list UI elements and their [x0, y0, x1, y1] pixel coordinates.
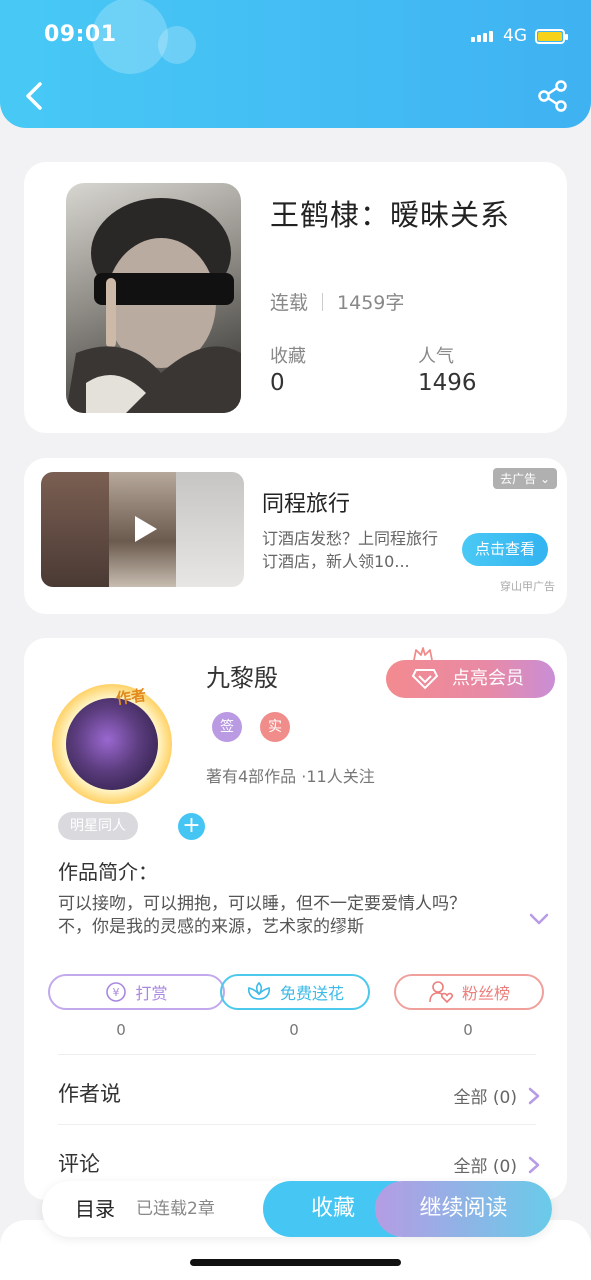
author-card: 作者 九黎殷 点亮会员 签 实 著有4部作品 ·11人关注 明星同人 + 作品简… [24, 638, 567, 1200]
book-status-row: 连载 1459字 [270, 288, 404, 315]
remove-ad-button[interactable]: 去广告 ⌄ [493, 468, 557, 489]
popularity-label: 人气 [418, 346, 454, 367]
chapter-count: 已连载2章 [136, 1199, 215, 1219]
play-icon[interactable] [127, 512, 161, 546]
verified-badge: 实 [260, 712, 290, 742]
chevron-down-icon: ⌄ [539, 472, 550, 486]
header: 09:01 4G [0, 0, 591, 128]
send-flower-button[interactable]: 免费送花 [220, 974, 370, 1010]
network-label: 4G [503, 26, 527, 46]
signal-icon [471, 30, 495, 42]
vip-button[interactable]: 点亮会员 [386, 647, 555, 698]
diamond-icon [412, 669, 438, 690]
battery-icon [535, 28, 568, 44]
ad-title: 同程旅行 [262, 492, 351, 517]
intro-label: 作品简介： [58, 860, 158, 884]
genre-tag[interactable]: 明星同人 [58, 812, 138, 840]
fan-count: 0 [463, 1021, 473, 1039]
crown-icon [413, 647, 433, 661]
author-says-all-link[interactable]: 全部 (0) [454, 1083, 543, 1108]
serial-status: 连载 [270, 292, 309, 314]
fan-ranking-button[interactable]: 粉丝榜 [394, 974, 544, 1010]
author-name[interactable]: 九黎殷 [206, 658, 278, 693]
ad-source: 穿山甲广告 [500, 580, 555, 593]
bottom-action-bar: 目录 已连载2章 收藏 继续阅读 [42, 1181, 552, 1237]
home-indicator[interactable] [190, 1259, 401, 1266]
divider [322, 292, 324, 311]
book-title: 王鹤棣：暧昧关系 [270, 198, 511, 232]
flower-icon [248, 981, 270, 1000]
decor-bubble-small [158, 26, 196, 64]
flower-count: 0 [289, 1021, 299, 1039]
yen-icon: ¥ [106, 982, 127, 1002]
chevron-right-icon [528, 1156, 540, 1173]
tip-button[interactable]: ¥ 打赏 [48, 974, 225, 1010]
user-heart-icon [429, 981, 453, 1004]
fan-ranking-label: 粉丝榜 [461, 984, 510, 1003]
divider [58, 1124, 536, 1125]
vip-label: 点亮会员 [452, 668, 524, 689]
ad-description: 订酒店发愁？上同程旅行订酒店，新人领10... [262, 529, 439, 571]
author-says-label[interactable]: 作者说 [58, 1078, 121, 1108]
add-tag-button[interactable]: + [178, 813, 205, 840]
ad-view-button[interactable]: 点击查看 [462, 533, 548, 566]
avatar[interactable] [66, 698, 158, 790]
ad-card[interactable]: 同程旅行 订酒店发愁？上同程旅行订酒店，新人领10... 去广告 ⌄ 点击查看 … [24, 458, 567, 614]
chevron-right-icon [528, 1087, 540, 1104]
intro-text: 可以接吻，可以拥抱，可以睡，但不一定要爱情人吗？不，你是我的灵感的来源，艺术家的… [58, 894, 466, 937]
book-info-card: 王鹤棣：暧昧关系 连载 1459字 收藏 0 人气 1496 [24, 162, 567, 433]
status-indicators: 4G [471, 26, 568, 46]
comments-all-link[interactable]: 全部 (0) [454, 1152, 543, 1177]
share-icon[interactable] [535, 78, 571, 114]
chevron-down-icon[interactable] [528, 912, 550, 926]
favorites-value: 0 [270, 370, 285, 396]
book-cover-image [66, 183, 241, 413]
send-flower-label: 免费送花 [279, 984, 344, 1003]
comments-count: 全部 (0) [453, 1157, 517, 1177]
author-meta: 著有4部作品 ·11人关注 [206, 767, 375, 786]
signed-badge: 签 [212, 712, 242, 742]
toc-button[interactable]: 目录 [75, 1181, 115, 1237]
back-icon[interactable] [18, 76, 54, 116]
ad-video-thumbnail[interactable] [41, 472, 244, 587]
comments-label[interactable]: 评论 [58, 1148, 100, 1178]
continue-reading-button[interactable]: 继续阅读 [375, 1181, 552, 1237]
author-says-count: 全部 (0) [453, 1088, 517, 1108]
favorites-label: 收藏 [270, 346, 306, 367]
status-time: 09:01 [44, 22, 117, 47]
word-count: 1459字 [337, 292, 405, 314]
tip-label: 打赏 [135, 984, 168, 1003]
author-badge: 作者 [114, 685, 148, 708]
divider [58, 1054, 536, 1055]
svg-text:¥: ¥ [113, 986, 120, 999]
author-avatar-frame[interactable]: 作者 [52, 684, 172, 804]
popularity-value: 1496 [418, 370, 477, 396]
remove-ad-label: 去广告 [500, 472, 537, 486]
tip-count: 0 [116, 1021, 126, 1039]
